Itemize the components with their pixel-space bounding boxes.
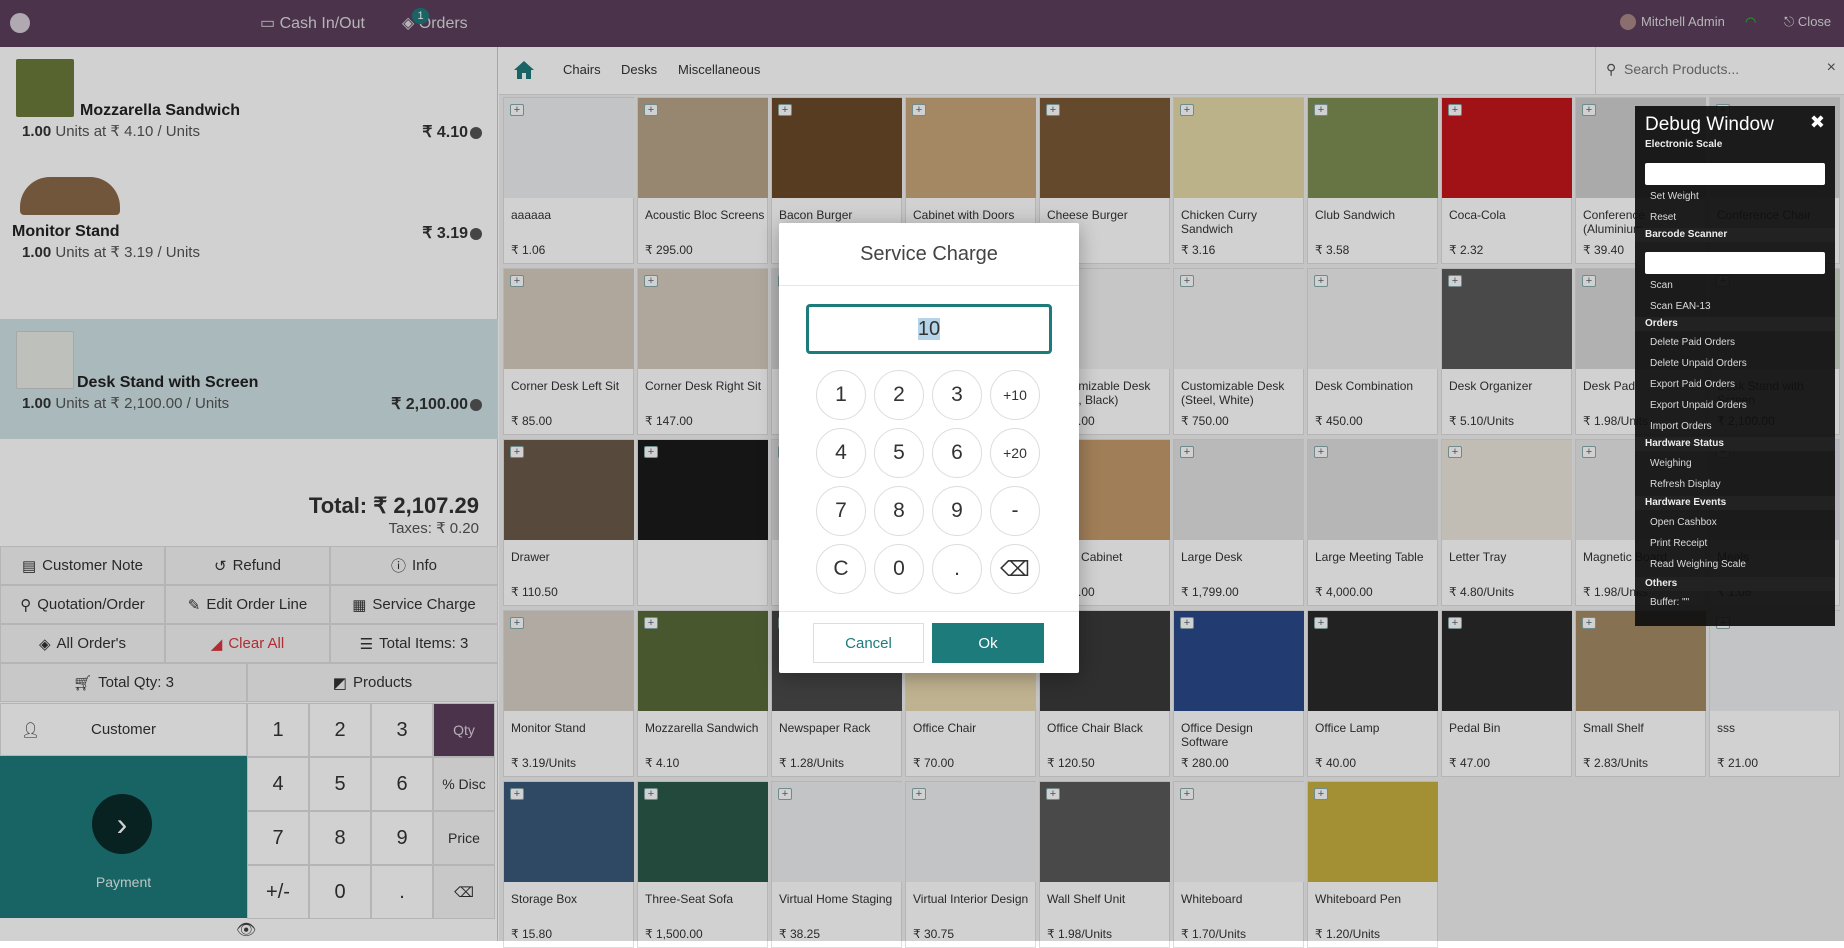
dialog-numpad-key[interactable]: 2 <box>874 370 924 420</box>
cancel-button[interactable]: Cancel <box>813 623 924 663</box>
print-receipt-button[interactable]: Print Receipt <box>1650 538 1707 549</box>
reset-button[interactable]: Reset <box>1650 212 1676 223</box>
weighing-button[interactable]: Weighing <box>1650 458 1692 469</box>
section-others: Others <box>1635 577 1835 591</box>
dialog-numpad-key[interactable]: 3 <box>932 370 982 420</box>
debug-window: Debug Window ✖ Electronic Scale Set Weig… <box>1635 106 1835 626</box>
weight-input[interactable] <box>1645 163 1825 185</box>
dialog-numpad-key[interactable]: - <box>990 486 1040 536</box>
export-paid-orders-button[interactable]: Export Paid Orders <box>1650 379 1735 390</box>
dialog-numpad-key[interactable]: 1 <box>816 370 866 420</box>
dialog-numpad-key[interactable]: 8 <box>874 486 924 536</box>
dialog-numpad-key[interactable]: 0 <box>874 544 924 594</box>
close-icon[interactable]: ✖ <box>1810 112 1825 133</box>
backspace-key[interactable]: ⌫ <box>990 544 1040 594</box>
set-weight-button[interactable]: Set Weight <box>1650 191 1699 202</box>
section-hardware-events: Hardware Events <box>1635 496 1835 510</box>
dialog-numpad-key[interactable]: 4 <box>816 428 866 478</box>
read-weighing-scale-button[interactable]: Read Weighing Scale <box>1650 559 1746 570</box>
scan-ean13-button[interactable]: Scan EAN-13 <box>1650 301 1711 312</box>
delete-paid-orders-button[interactable]: Delete Paid Orders <box>1650 337 1735 348</box>
scan-button[interactable]: Scan <box>1650 280 1673 291</box>
service-charge-dialog: Service Charge 10 1 2 3 +10 4 5 6 +20 7 8 9- C 0. ⌫ C… <box>779 223 1079 673</box>
dialog-title: Service Charge <box>860 243 998 265</box>
service-charge-input[interactable]: 10 <box>806 304 1052 354</box>
debug-title: Debug Window <box>1645 114 1774 135</box>
section-orders: Orders <box>1635 317 1835 331</box>
buffer-value: Buffer: "" <box>1650 597 1690 608</box>
delete-unpaid-orders-button[interactable]: Delete Unpaid Orders <box>1650 358 1747 369</box>
dialog-numpad-key[interactable]: 9 <box>932 486 982 536</box>
section-barcode-scanner: Barcode Scanner <box>1635 228 1835 242</box>
refresh-display-button[interactable]: Refresh Display <box>1650 479 1721 490</box>
dialog-numpad-key[interactable]: +10 <box>990 370 1040 420</box>
ok-button[interactable]: Ok <box>932 623 1044 663</box>
dialog-numpad-key[interactable]: +20 <box>990 428 1040 478</box>
import-orders-button[interactable]: Import Orders <box>1650 421 1712 432</box>
dialog-numpad-key[interactable]: 7 <box>816 486 866 536</box>
open-cashbox-button[interactable]: Open Cashbox <box>1650 517 1717 528</box>
dialog-numpad-key[interactable]: . <box>932 544 982 594</box>
dialog-numpad-key[interactable]: 5 <box>874 428 924 478</box>
dialog-numpad-key[interactable]: 6 <box>932 428 982 478</box>
dialog-numpad-key[interactable]: C <box>816 544 866 594</box>
export-unpaid-orders-button[interactable]: Export Unpaid Orders <box>1650 400 1747 411</box>
section-hardware-status: Hardware Status <box>1635 437 1835 451</box>
section-electronic-scale: Electronic Scale <box>1645 139 1723 150</box>
barcode-input[interactable] <box>1645 252 1825 274</box>
